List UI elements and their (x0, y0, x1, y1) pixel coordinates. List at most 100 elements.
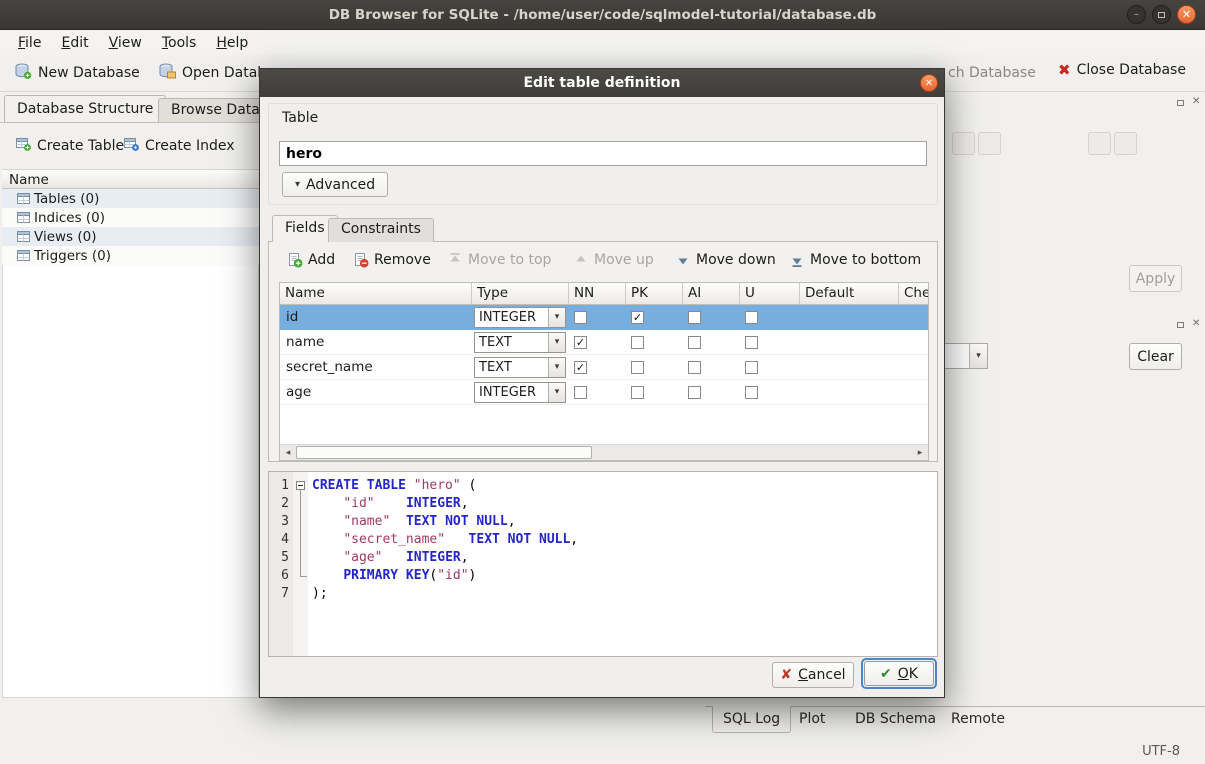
dropdown-arrow-icon[interactable]: ▾ (548, 383, 565, 402)
ai-checkbox[interactable] (688, 361, 701, 374)
field-name-cell[interactable]: name (280, 330, 472, 354)
scroll-right-arrow[interactable]: ▸ (912, 445, 928, 460)
default-cell[interactable] (800, 355, 899, 379)
column-header-nn[interactable]: NN (569, 283, 626, 305)
scrollbar-thumb[interactable] (296, 446, 592, 459)
dialog-titlebar[interactable]: Edit table definition ✕ (260, 69, 944, 97)
tab-browse-data[interactable]: Browse Data (158, 98, 273, 123)
pk-checkbox[interactable] (631, 361, 644, 374)
dock-close-icon[interactable]: ✕ (1192, 97, 1200, 107)
fold-collapse-icon[interactable] (296, 481, 305, 490)
menu-edit[interactable]: Edit (51, 32, 98, 54)
bottom-tab-db-schema[interactable]: DB Schema (845, 707, 946, 734)
tab-database-structure[interactable]: Database Structure (4, 95, 166, 123)
attach-database-button[interactable]: ch Database (948, 65, 1036, 81)
type-combobox[interactable]: TEXT▾ (474, 357, 566, 378)
move-to-bottom-button[interactable]: Move to bottom (783, 247, 927, 273)
dropdown-arrow-icon[interactable]: ▾ (548, 308, 565, 327)
column-header-check[interactable]: Check (899, 283, 929, 305)
bottom-tab-plot[interactable]: Plot (789, 707, 835, 734)
new-database-button[interactable]: New Database (6, 59, 148, 87)
cancel-button[interactable]: ✘ Cancel (772, 662, 854, 688)
column-header-type[interactable]: Type (472, 283, 569, 305)
cell-editor-toolbar-icon[interactable] (1088, 132, 1111, 155)
clear-button[interactable]: Clear (1129, 343, 1182, 370)
minimize-button[interactable]: – (1127, 5, 1146, 24)
u-checkbox[interactable] (745, 311, 758, 324)
create-index-button[interactable]: Create Index (116, 133, 243, 158)
column-header-u[interactable]: U (740, 283, 800, 305)
menu-tools[interactable]: Tools (152, 32, 207, 54)
type-combobox[interactable]: TEXT▾ (474, 332, 566, 353)
default-cell[interactable] (800, 380, 899, 404)
dropdown-arrow-icon[interactable]: ▾ (548, 333, 565, 352)
dock-close-icon[interactable]: ✕ (1192, 319, 1200, 329)
column-header-ai[interactable]: AI (683, 283, 740, 305)
nn-checkbox[interactable] (574, 311, 587, 324)
tree-name-header[interactable]: Name (2, 169, 259, 189)
field-name-cell[interactable]: age (280, 380, 472, 404)
field-row-secret-name[interactable]: secret_nameTEXT▾ ✓ (280, 355, 928, 380)
column-header-default[interactable]: Default (800, 283, 899, 305)
ok-button[interactable]: ✔ OK (864, 661, 934, 686)
add-button[interactable]: Add (281, 247, 341, 273)
check-cell[interactable] (899, 380, 929, 404)
tree-item-views[interactable]: Views (0) (2, 227, 259, 246)
check-cell[interactable] (899, 330, 929, 354)
tab-constraints[interactable]: Constraints (328, 218, 434, 242)
scroll-left-arrow[interactable]: ◂ (280, 445, 296, 460)
menu-file[interactable]: File (8, 32, 51, 54)
dock-float-icon[interactable] (1177, 99, 1184, 109)
nn-checkbox[interactable] (574, 386, 587, 399)
tree-item-indices[interactable]: Indices (0) (2, 208, 259, 227)
u-checkbox[interactable] (745, 386, 758, 399)
field-name-cell[interactable]: id (280, 305, 472, 329)
type-combobox[interactable]: INTEGER▾ (474, 307, 566, 328)
pk-checkbox[interactable]: ✓ (631, 311, 644, 324)
sql-preview[interactable]: 1234567 CREATE TABLE "hero" ( "id" INTEG… (268, 471, 938, 657)
dropdown-arrow-icon[interactable]: ▾ (548, 358, 565, 377)
dropdown-arrow-icon[interactable]: ▾ (969, 344, 987, 368)
ai-checkbox[interactable] (688, 386, 701, 399)
menu-help[interactable]: Help (206, 32, 258, 54)
check-cell[interactable] (899, 355, 929, 379)
tree-item-triggers[interactable]: Triggers (0) (2, 246, 259, 265)
remove-button[interactable]: Remove (347, 247, 437, 273)
bottom-tab-sql-log[interactable]: SQL Log (712, 706, 791, 733)
maximize-button[interactable] (1152, 5, 1171, 24)
cell-editor-toolbar-icon[interactable] (952, 132, 975, 155)
table-name-input[interactable] (279, 141, 927, 166)
cell-editor-toolbar-icon[interactable] (1114, 132, 1137, 155)
ai-checkbox[interactable] (688, 336, 701, 349)
default-cell[interactable] (800, 330, 899, 354)
bottom-tab-remote[interactable]: Remote (941, 707, 1015, 734)
window-titlebar[interactable]: DB Browser for SQLite - /home/user/code/… (0, 0, 1205, 30)
filter-combobox-partial[interactable]: ▾ (944, 343, 988, 369)
nn-checkbox[interactable]: ✓ (574, 361, 587, 374)
menu-view[interactable]: View (99, 32, 152, 54)
cell-editor-toolbar-icon[interactable] (978, 132, 1001, 155)
nn-checkbox[interactable]: ✓ (574, 336, 587, 349)
close-button[interactable]: ✕ (1177, 5, 1196, 24)
field-row-name[interactable]: nameTEXT▾ ✓ (280, 330, 928, 355)
close-database-button[interactable]: ✖ Close Database (1050, 59, 1194, 81)
u-checkbox[interactable] (745, 361, 758, 374)
field-row-age[interactable]: ageINTEGER▾ (280, 380, 928, 405)
dialog-close-button[interactable]: ✕ (920, 74, 938, 92)
pk-checkbox[interactable] (631, 336, 644, 349)
horizontal-scrollbar[interactable]: ◂ ▸ (280, 444, 928, 460)
check-cell[interactable] (899, 305, 929, 329)
field-row-id[interactable]: idINTEGER▾ ✓ (280, 305, 928, 330)
pk-checkbox[interactable] (631, 386, 644, 399)
move-down-button[interactable]: Move down (669, 247, 782, 273)
field-name-cell[interactable]: secret_name (280, 355, 472, 379)
column-header-name[interactable]: Name (280, 283, 472, 305)
type-combobox[interactable]: INTEGER▾ (474, 382, 566, 403)
column-header-pk[interactable]: PK (626, 283, 683, 305)
dock-float-icon[interactable] (1177, 321, 1184, 331)
default-cell[interactable] (800, 305, 899, 329)
encoding-status[interactable]: UTF-8 (1142, 744, 1180, 759)
advanced-button[interactable]: ▾ Advanced (282, 172, 388, 197)
u-checkbox[interactable] (745, 336, 758, 349)
create-table-button[interactable]: Create Table (8, 133, 132, 158)
